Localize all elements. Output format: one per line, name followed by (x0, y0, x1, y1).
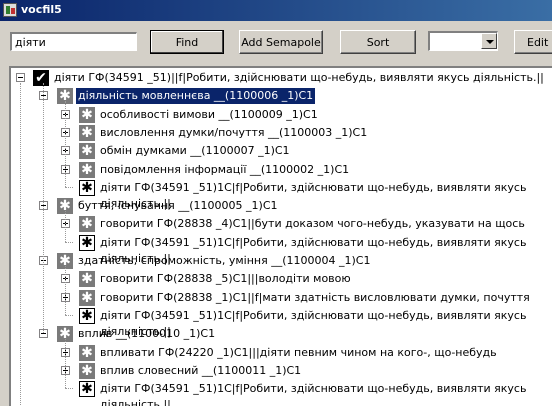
tree-node-label[interactable]: діяти ГФ(34591 _51)1C|f|Робити, здійснюв… (98, 381, 552, 406)
tree-node-label[interactable]: повідомлення інформації __(1100002 _1)C1 (98, 162, 351, 178)
tree-node-label[interactable]: діяти ГФ(34591 _51)1C|f|Робити, здійснюв… (98, 235, 552, 265)
asterisk-icon: ✱ (79, 362, 95, 379)
tree-connector (65, 211, 66, 242)
asterisk-icon: ✱ (79, 124, 95, 141)
dropdown-arrow-icon[interactable] (481, 33, 497, 49)
tree-connector (65, 186, 73, 188)
tree-connector (65, 101, 66, 187)
search-input[interactable] (10, 32, 137, 51)
tree-node-label[interactable]: говорити ГФ(28838 _5)C1|||володіти мовою (98, 271, 353, 287)
tree-node-label[interactable]: говорити ГФ(28838 _1)C1||f|мати здатніст… (98, 290, 532, 306)
edit-button[interactable]: Edit (514, 30, 552, 54)
tree-node-label[interactable]: особливості вимови __(1100009 _1)C1 (98, 107, 320, 123)
tree-connector (65, 388, 73, 390)
tree-node-label[interactable]: вплив словесний __(1100011 _1)C1 (98, 363, 303, 379)
tree-connector (65, 241, 73, 243)
tree-node-label[interactable]: здатність, спроможність, уміння __(11000… (76, 253, 372, 269)
filter-combobox[interactable] (428, 31, 498, 51)
title-bar: vocfil5 (0, 0, 552, 21)
tree-node-label[interactable]: вплив __(1100010 _1)C1 (76, 326, 217, 342)
tree-node-label[interactable]: діяльність мовленнєва __(1100006 _1)C1 (76, 88, 316, 105)
asterisk-icon: ✱ (79, 381, 95, 398)
tree-connector (65, 266, 66, 315)
app-icon[interactable] (3, 3, 17, 17)
tree-node-label[interactable]: діяти ГФ(34591 _51)1C|f|Робити, здійснюв… (98, 180, 552, 210)
collapse-icon[interactable] (16, 73, 25, 82)
asterisk-icon: ✱ (79, 216, 95, 233)
sort-button[interactable]: Sort (340, 30, 416, 54)
tree-node-label[interactable]: діяти ГФ(34591 _51)||f|Робити, здійснюва… (52, 70, 546, 86)
find-button[interactable]: Find (150, 30, 224, 54)
tree-connector (20, 83, 21, 406)
asterisk-icon: ✱ (79, 161, 95, 178)
tree-connector (65, 314, 73, 316)
asterisk-icon: ✱ (79, 307, 95, 324)
asterisk-icon: ✱ (79, 179, 95, 196)
asterisk-icon: ✱ (79, 271, 95, 288)
tree-node-label[interactable]: обмін думками __(1100007 _1)C1 (98, 143, 292, 159)
asterisk-icon: ✱ (79, 289, 95, 306)
tree-node-label[interactable]: впливати ГФ(24220 _1)C1|||діяти певним ч… (98, 345, 499, 361)
tree-connector (43, 83, 44, 334)
asterisk-icon: ✱ (79, 344, 95, 361)
tree-node-label[interactable]: діяти ГФ(34591 _51)1C|f|Робити, здійснюв… (98, 308, 552, 338)
tree-node-label[interactable]: висловлення думки/почуття __(1100003 _1)… (98, 125, 369, 141)
add-semapole-button[interactable]: Add Semapole (239, 30, 323, 54)
asterisk-icon: ✱ (79, 106, 95, 123)
checkmark-icon: ✔ (33, 70, 49, 86)
tree-node-label[interactable]: буття, існування __(1100005 _1)C1 (76, 198, 280, 214)
tree-view[interactable]: ✔ діяти ГФ(34591 _51)||f|Робити, здійснюв… (9, 66, 552, 406)
window-title: vocfil5 (21, 3, 62, 16)
tree-connector (65, 339, 66, 389)
asterisk-icon: ✱ (79, 143, 95, 160)
tree-node-label[interactable]: говорити ГФ(28838 _4)C1||бути доказом чо… (98, 216, 527, 232)
asterisk-icon: ✱ (79, 234, 95, 251)
